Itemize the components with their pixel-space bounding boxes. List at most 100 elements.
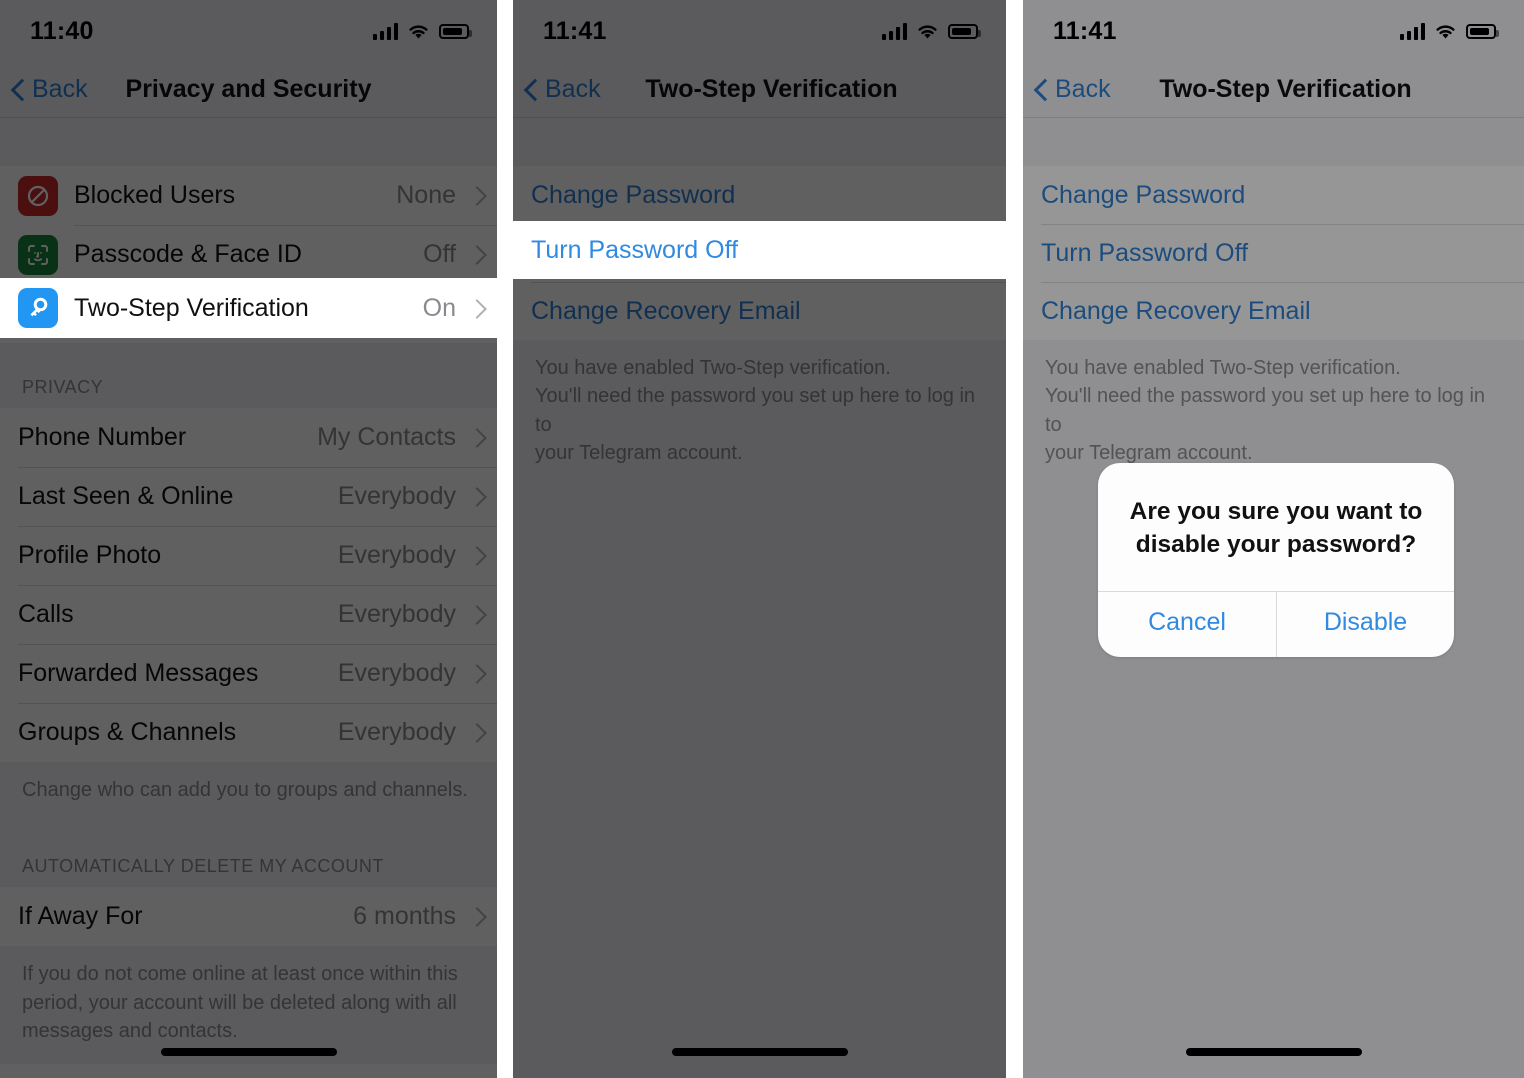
panel-gap-2 <box>1006 0 1023 1078</box>
chevron-left-icon <box>525 79 538 101</box>
data-group: Data Settings <box>0 1063 497 1078</box>
row-phone-number[interactable]: Phone Number My Contacts <box>0 408 497 467</box>
row-profile-photo[interactable]: Profile Photo Everybody <box>0 526 497 585</box>
row-label: If Away For <box>18 902 143 931</box>
chevron-right-icon <box>470 487 481 506</box>
row-label: Blocked Users <box>74 181 236 209</box>
row-value: On <box>422 293 456 322</box>
back-label: Back <box>1055 75 1111 103</box>
battery-icon <box>439 23 472 39</box>
row-change-password[interactable]: Change Password <box>513 166 1006 224</box>
row-value: Everybody <box>337 600 456 628</box>
chevron-left-icon <box>1035 79 1048 101</box>
chevron-right-icon <box>470 186 481 205</box>
row-label: Turn Password Off <box>1041 238 1249 267</box>
status-indicators <box>1399 22 1499 40</box>
row-groups-channels[interactable]: Groups & Channels Everybody <box>0 703 497 762</box>
status-bar: 11:40 <box>0 0 497 62</box>
home-indicator <box>1185 1048 1362 1056</box>
row-label: Phone Number <box>18 423 187 451</box>
cancel-button[interactable]: Cancel <box>1098 592 1276 657</box>
row-change-recovery-email[interactable]: Change Recovery Email <box>513 282 1006 340</box>
row-passcode-face-id[interactable]: Passcode & Face ID Off <box>0 225 497 284</box>
status-time: 11:40 <box>30 16 94 45</box>
cellular-signal-icon <box>372 22 398 40</box>
face-id-icon <box>18 234 58 275</box>
row-label: Change Password <box>1041 180 1246 209</box>
auto-delete-section-header: AUTOMATICALLY DELETE MY ACCOUNT <box>0 822 497 888</box>
row-value: Everybody <box>337 659 456 687</box>
battery-icon <box>948 23 981 39</box>
row-label: Groups & Channels <box>18 718 237 746</box>
phone-panel-privacy-and-security: 11:40 Back Privacy and Security Blocked … <box>0 0 497 1078</box>
row-value: My Contacts <box>317 423 456 451</box>
disable-button[interactable]: Disable <box>1276 592 1454 658</box>
row-value: Off <box>423 240 456 268</box>
back-label: Back <box>545 75 601 103</box>
footnote-line-3: your Telegram account. <box>535 442 743 465</box>
footnote-line-2: You'll need the password you set up here… <box>1045 385 1486 436</box>
auto-delete-footnote: If you do not come online at least once … <box>0 946 497 1064</box>
key-icon <box>18 288 58 328</box>
nav-bar: Back Privacy and Security <box>0 62 497 118</box>
status-indicators <box>881 22 981 40</box>
chevron-right-icon <box>470 546 481 565</box>
nav-bar: Back Two-Step Verification <box>513 62 1006 118</box>
status-time: 11:41 <box>543 16 607 45</box>
row-label: Forwarded Messages <box>18 659 259 687</box>
row-blocked-users[interactable]: Blocked Users None <box>0 166 497 225</box>
footnote-line-1: You have enabled Two-Step verification. <box>535 357 891 379</box>
row-label: Profile Photo <box>18 541 162 569</box>
battery-icon <box>1466 23 1499 39</box>
back-button[interactable]: Back <box>513 75 601 104</box>
wifi-icon <box>916 23 939 40</box>
row-label: Passcode & Face ID <box>74 240 302 268</box>
block-icon <box>18 175 58 216</box>
row-label: Last Seen & Online <box>18 482 234 510</box>
row-if-away-for[interactable]: If Away For 6 months <box>0 887 497 947</box>
row-change-password[interactable]: Change Password <box>1023 166 1524 224</box>
row-forwarded-messages[interactable]: Forwarded Messages Everybody <box>0 644 497 703</box>
row-value: Everybody <box>337 482 456 510</box>
wifi-icon <box>1434 23 1457 40</box>
row-turn-password-off[interactable]: Turn Password Off <box>513 221 1006 279</box>
three-panel-screenshot: 11:40 Back Privacy and Security Blocked … <box>0 0 1524 1078</box>
wifi-icon <box>407 23 430 40</box>
back-button[interactable]: Back <box>1023 75 1111 104</box>
row-last-seen-online[interactable]: Last Seen & Online Everybody <box>0 467 497 526</box>
row-value: Everybody <box>337 718 456 746</box>
footnote-line-2: You'll need the password you set up here… <box>535 385 976 436</box>
dialog-actions: Cancel Disable <box>1098 591 1454 658</box>
cellular-signal-icon <box>881 22 907 40</box>
list-top-spacer <box>513 118 1006 166</box>
chevron-right-icon <box>470 245 481 264</box>
list-bottom-fill <box>513 485 1006 1078</box>
row-two-step-verification[interactable]: Two-Step Verification On <box>0 278 497 338</box>
row-change-recovery-email[interactable]: Change Recovery Email <box>1023 282 1524 340</box>
auto-delete-group: If Away For 6 months <box>0 887 497 947</box>
phone-panel-two-step-verification: 11:41 Back Two-Step Verification Change … <box>513 0 1006 1078</box>
two-step-footnote: You have enabled Two-Step verification. … <box>513 340 1006 486</box>
footnote-line-1: You have enabled Two-Step verification. <box>1045 357 1401 379</box>
home-indicator <box>160 1048 337 1056</box>
chevron-right-icon <box>470 664 481 683</box>
status-time: 11:41 <box>1053 16 1117 45</box>
chevron-right-icon <box>470 723 481 742</box>
row-data-settings[interactable]: Data Settings <box>0 1063 497 1078</box>
row-value: 6 months <box>353 902 456 931</box>
nav-bar: Back Two-Step Verification <box>1023 62 1524 118</box>
dialog-body: Are you sure you want to disable your pa… <box>1098 463 1454 591</box>
chevron-right-icon <box>470 299 481 318</box>
chevron-right-icon <box>470 907 481 926</box>
status-indicators <box>372 22 472 40</box>
row-turn-password-off[interactable]: Turn Password Off <box>1023 224 1524 282</box>
status-bar: 11:41 <box>1023 0 1524 62</box>
row-label: Two-Step Verification <box>74 293 309 322</box>
row-value: None <box>396 181 456 209</box>
row-value: Everybody <box>337 541 456 569</box>
back-button[interactable]: Back <box>0 75 88 104</box>
cellular-signal-icon <box>1399 22 1425 40</box>
phone-panel-disable-password-confirm: 11:41 Back Two-Step Verification Change … <box>1023 0 1524 1078</box>
row-calls[interactable]: Calls Everybody <box>0 585 497 644</box>
dialog-title: Are you sure you want to disable your pa… <box>1129 498 1423 558</box>
